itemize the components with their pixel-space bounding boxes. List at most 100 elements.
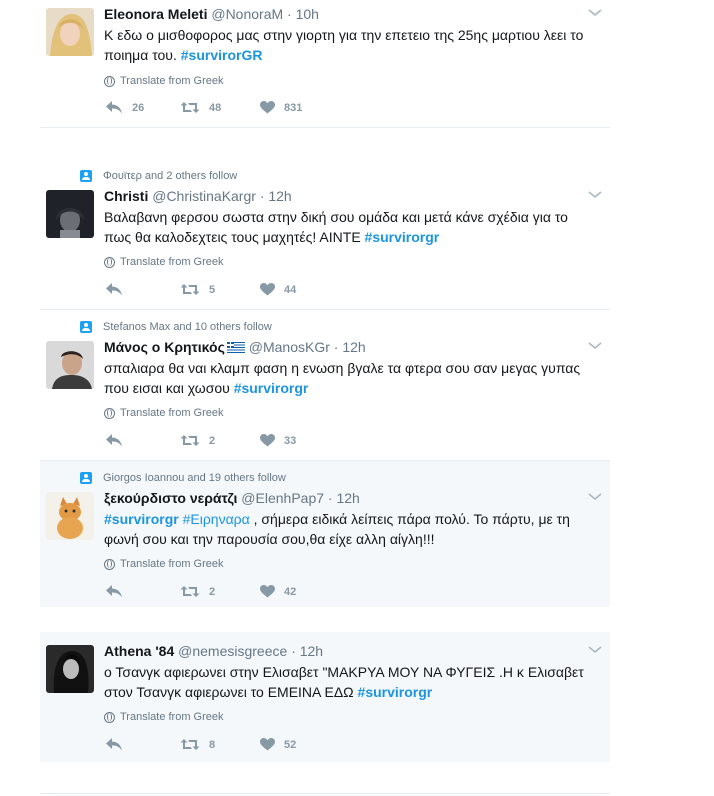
tweet-body: σπαλιαρα θα ναι κλαμπ φαση η ενωση βγαλε…	[104, 360, 581, 396]
like-count: 44	[284, 283, 297, 296]
avatar[interactable]	[46, 341, 94, 389]
like-count: 52	[284, 738, 297, 751]
translate-label: Translate from Greek	[120, 558, 224, 570]
timestamp[interactable]: · 10h	[287, 6, 319, 22]
avatar[interactable]	[46, 645, 94, 693]
timestamp[interactable]: · 12h	[334, 339, 366, 355]
retweet-count: 8	[209, 738, 216, 751]
hashtag-link[interactable]: #survirorGR	[181, 47, 263, 63]
tweet-header: Christi @ChristinaKargr · 12h	[104, 188, 292, 204]
translate-label: Translate from Greek	[120, 75, 224, 87]
handle[interactable]: @ManosKGr	[249, 339, 330, 355]
reply-button[interactable]	[106, 434, 132, 447]
social-context-label[interactable]: Stefanos Max and 10 others follow	[103, 321, 272, 333]
like-button[interactable]: 44	[260, 283, 296, 296]
translate-link[interactable]: Translate from Greek	[104, 711, 224, 723]
chevron-down-icon[interactable]	[588, 191, 602, 199]
timestamp[interactable]: · 12h	[260, 188, 292, 204]
retweet-button[interactable]: 8	[180, 738, 215, 751]
like-button[interactable]: 831	[260, 101, 302, 114]
display-name[interactable]: Christi	[104, 188, 148, 204]
retweet-count: 48	[209, 101, 222, 114]
hashtag-link[interactable]: #survirorgr	[104, 511, 179, 527]
display-name[interactable]: Μάνος ο Κρητικός	[104, 339, 225, 355]
reply-count: 26	[132, 101, 145, 114]
retweet-button[interactable]: 48	[180, 101, 221, 114]
translate-link[interactable]: Translate from Greek	[104, 558, 224, 570]
hashtag-link[interactable]: #survirorgr	[234, 380, 309, 396]
reply-button[interactable]: 26	[106, 101, 144, 114]
display-name[interactable]: Athena '84	[104, 643, 174, 659]
translate-label: Translate from Greek	[120, 711, 224, 723]
globe-icon	[104, 558, 115, 570]
person-icon	[80, 321, 92, 333]
social-context: Stefanos Max and 10 others follow	[80, 321, 272, 333]
like-count: 831	[284, 101, 303, 114]
social-context-label[interactable]: Giorgos Ioannou and 19 others follow	[103, 472, 286, 484]
tweet-text: Βαλαβανη φερσου σωστα στην δική σου ομάδ…	[104, 207, 594, 247]
retweet-icon	[180, 284, 200, 295]
reply-icon	[106, 738, 122, 751]
person-icon	[80, 170, 92, 182]
globe-icon	[104, 256, 115, 268]
avatar[interactable]	[46, 8, 94, 56]
translate-link[interactable]: Translate from Greek	[104, 75, 224, 87]
display-name[interactable]: ξεκούρδιστο νεράτζι	[104, 490, 237, 506]
reply-icon	[106, 283, 122, 296]
retweet-count: 5	[209, 283, 216, 296]
timestamp[interactable]: · 12h	[328, 490, 360, 506]
person-icon	[80, 472, 92, 484]
social-context-label[interactable]: Φουϊτερ and 2 others follow	[103, 170, 237, 182]
retweet-count: 2	[209, 585, 216, 598]
translate-link[interactable]: Translate from Greek	[104, 256, 224, 268]
retweet-button[interactable]: 2	[180, 585, 215, 598]
handle[interactable]: @ElenhPap7	[241, 490, 324, 506]
heart-icon	[260, 283, 275, 296]
divider	[40, 793, 610, 794]
heart-icon	[260, 101, 275, 114]
timestamp[interactable]: · 12h	[291, 643, 323, 659]
divider	[40, 127, 610, 128]
tweet-header: Μάνος ο Κρητικός @ManosKGr · 12h	[104, 339, 366, 355]
chevron-down-icon[interactable]	[588, 646, 602, 654]
avatar[interactable]	[46, 190, 94, 238]
tweet-header: Athena '84 @nemesisgreece · 12h	[104, 643, 323, 659]
chevron-down-icon[interactable]	[588, 493, 602, 501]
heart-icon	[260, 738, 275, 751]
heart-icon	[260, 434, 275, 447]
hashtag-link[interactable]: #survirorgr	[365, 229, 440, 245]
tweet-body: Βαλαβανη φερσου σωστα στην δική σου ομάδ…	[104, 209, 568, 245]
reply-button[interactable]	[106, 585, 132, 598]
heart-icon	[260, 585, 275, 598]
retweet-icon	[180, 586, 200, 597]
hashtag-link[interactable]: #Ειρηναρα	[183, 511, 250, 527]
tweet-body: ο Τσανγκ αφιερωνει στην Ελισαβετ "ΜΑΚΡΥΑ…	[104, 664, 584, 700]
chevron-down-icon[interactable]	[588, 342, 602, 350]
globe-icon	[104, 75, 115, 87]
globe-icon	[104, 711, 115, 723]
like-button[interactable]: 42	[260, 585, 296, 598]
tweet-header: Eleonora Meleti @NonoraM · 10h	[104, 6, 319, 22]
reply-button[interactable]	[106, 738, 132, 751]
like-button[interactable]: 33	[260, 434, 296, 447]
tweet-body: Κ εδω ο μισθοφορος μας στην γιορτη για τ…	[104, 27, 584, 63]
tweet-text: σπαλιαρα θα ναι κλαμπ φαση η ενωση βγαλε…	[104, 358, 594, 398]
handle[interactable]: @NonoraM	[211, 6, 283, 22]
social-context: Giorgos Ioannou and 19 others follow	[80, 472, 286, 484]
retweet-button[interactable]: 2	[180, 434, 215, 447]
tweet-header: ξεκούρδιστο νεράτζι @ElenhPap7 · 12h	[104, 490, 360, 506]
handle[interactable]: @ChristinaKargr	[152, 188, 256, 204]
social-context: Φουϊτερ and 2 others follow	[80, 170, 237, 182]
chevron-down-icon[interactable]	[588, 9, 602, 17]
translate-link[interactable]: Translate from Greek	[104, 407, 224, 419]
globe-icon	[104, 407, 115, 419]
like-button[interactable]: 52	[260, 738, 296, 751]
hashtag-link[interactable]: #survirorgr	[358, 684, 433, 700]
retweet-button[interactable]: 5	[180, 283, 215, 296]
handle[interactable]: @nemesisgreece	[178, 643, 287, 659]
retweet-icon	[180, 435, 200, 446]
tweet-text: Κ εδω ο μισθοφορος μας στην γιορτη για τ…	[104, 25, 594, 65]
reply-button[interactable]	[106, 283, 132, 296]
display-name[interactable]: Eleonora Meleti	[104, 6, 207, 22]
avatar[interactable]	[46, 492, 94, 540]
